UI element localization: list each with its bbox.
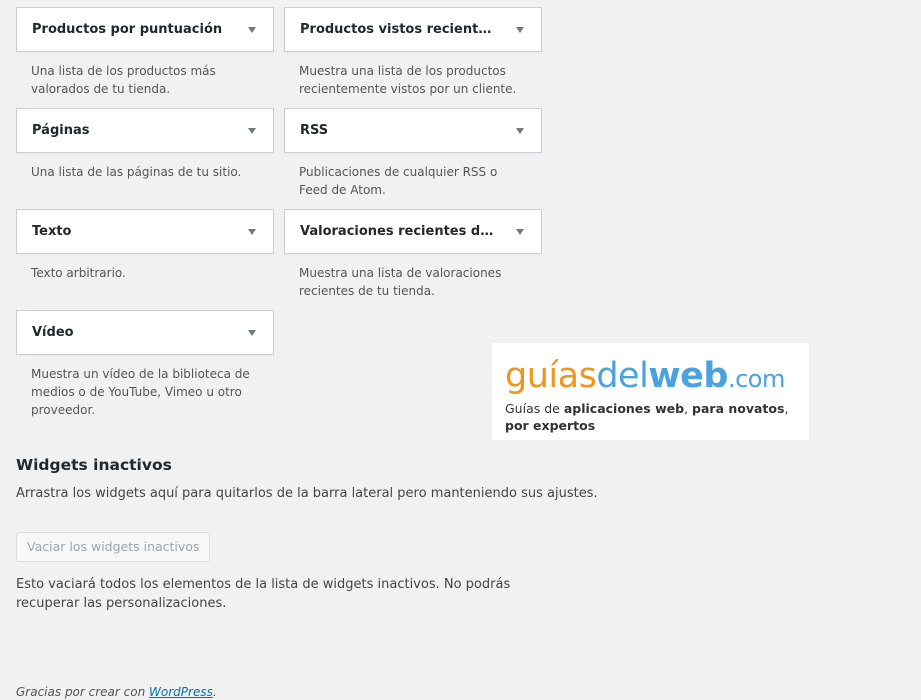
admin-footer: Gracias por crear con WordPress. — [16, 685, 217, 699]
widget-productos-vistos-recientemente: Productos vistos recientem… Muestra una … — [284, 7, 542, 108]
widget-description: Texto arbitrario. — [31, 266, 126, 280]
widget-valoraciones-recientes: Valoraciones recientes de … Muestra una … — [284, 209, 542, 310]
logo-part: web — [648, 356, 728, 396]
widget-header[interactable]: Texto — [16, 209, 274, 254]
widget-header[interactable]: RSS — [284, 108, 542, 153]
widget-description: Una lista de los productos más valorados… — [31, 64, 216, 96]
tagline-part: , — [784, 401, 789, 416]
watermark-tagline: Guías de aplicaciones web, para novatos,… — [505, 400, 805, 434]
widget-productos-por-puntuacion: Productos por puntuación Una lista de lo… — [16, 7, 274, 108]
triangle-down-icon[interactable] — [516, 228, 524, 235]
widget-paginas: Páginas Una lista de las páginas de tu s… — [16, 108, 274, 209]
logo-part: del — [596, 356, 649, 396]
logo-part: guías — [505, 356, 597, 396]
widget-header[interactable]: Valoraciones recientes de … — [284, 209, 542, 254]
tagline-part: para novatos — [692, 401, 785, 416]
widget-row: Productos por puntuación Una lista de lo… — [16, 7, 542, 108]
triangle-down-icon[interactable] — [516, 127, 524, 134]
widget-video: Vídeo Muestra un vídeo de la biblioteca … — [16, 310, 274, 445]
widget-title: Vídeo — [32, 325, 74, 340]
widget-row: Vídeo Muestra un vídeo de la biblioteca … — [16, 310, 542, 445]
inactive-widgets-description: Arrastra los widgets aquí para quitarlos… — [16, 486, 598, 501]
widget-texto: Texto Texto arbitrario. — [16, 209, 274, 310]
available-widgets-list: Productos por puntuación Una lista de lo… — [16, 7, 542, 445]
widget-header[interactable]: Páginas — [16, 108, 274, 153]
widget-description: Muestra una lista de valoraciones recien… — [299, 266, 502, 298]
watermark-logo: guíasdelweb.com — [505, 351, 785, 404]
wordpress-link[interactable]: WordPress — [149, 685, 213, 699]
widget-title: Productos por puntuación — [32, 22, 223, 37]
widget-row: Texto Texto arbitrario. Valoraciones rec… — [16, 209, 542, 310]
tagline-part: , — [684, 401, 693, 416]
triangle-down-icon[interactable] — [516, 26, 524, 33]
widget-header[interactable]: Vídeo — [16, 310, 274, 355]
tagline-part: Guías de — [505, 401, 564, 416]
widget-row: Páginas Una lista de las páginas de tu s… — [16, 108, 542, 209]
widget-title: RSS — [300, 123, 329, 138]
logo-part: .com — [727, 365, 785, 393]
widget-description: Muestra una lista de los productos recie… — [299, 64, 517, 96]
widget-title: Páginas — [32, 123, 90, 138]
triangle-down-icon[interactable] — [248, 228, 256, 235]
widget-description: Publicaciones de cualquier RSS o Feed de… — [299, 165, 498, 197]
footer-text: Gracias por crear con — [16, 685, 150, 699]
triangle-down-icon[interactable] — [248, 127, 256, 134]
inactive-widgets-note: Esto vaciará todos los elementos de la l… — [16, 577, 511, 611]
guiasdelweb-watermark: guíasdelweb.com Guías de aplicaciones we… — [492, 343, 809, 440]
widget-title: Productos vistos recientem… — [300, 22, 495, 37]
clear-inactive-widgets-button[interactable]: Vaciar los widgets inactivos — [16, 532, 211, 562]
footer-text: . — [212, 685, 217, 699]
widget-rss: RSS Publicaciones de cualquier RSS o Fee… — [284, 108, 542, 209]
tagline-part: por expertos — [505, 418, 596, 433]
widget-title: Texto — [32, 224, 72, 239]
triangle-down-icon[interactable] — [248, 329, 256, 336]
widget-header[interactable]: Productos por puntuación — [16, 7, 274, 52]
tagline-part: aplicaciones web — [563, 401, 685, 416]
triangle-down-icon[interactable] — [248, 26, 256, 33]
widget-description: Una lista de las páginas de tu sitio. — [31, 165, 242, 179]
widget-description: Muestra un vídeo de la biblioteca de med… — [31, 367, 250, 417]
widget-title: Valoraciones recientes de … — [300, 224, 495, 239]
widget-header[interactable]: Productos vistos recientem… — [284, 7, 542, 52]
inactive-widgets-heading: Widgets inactivos — [16, 456, 172, 474]
